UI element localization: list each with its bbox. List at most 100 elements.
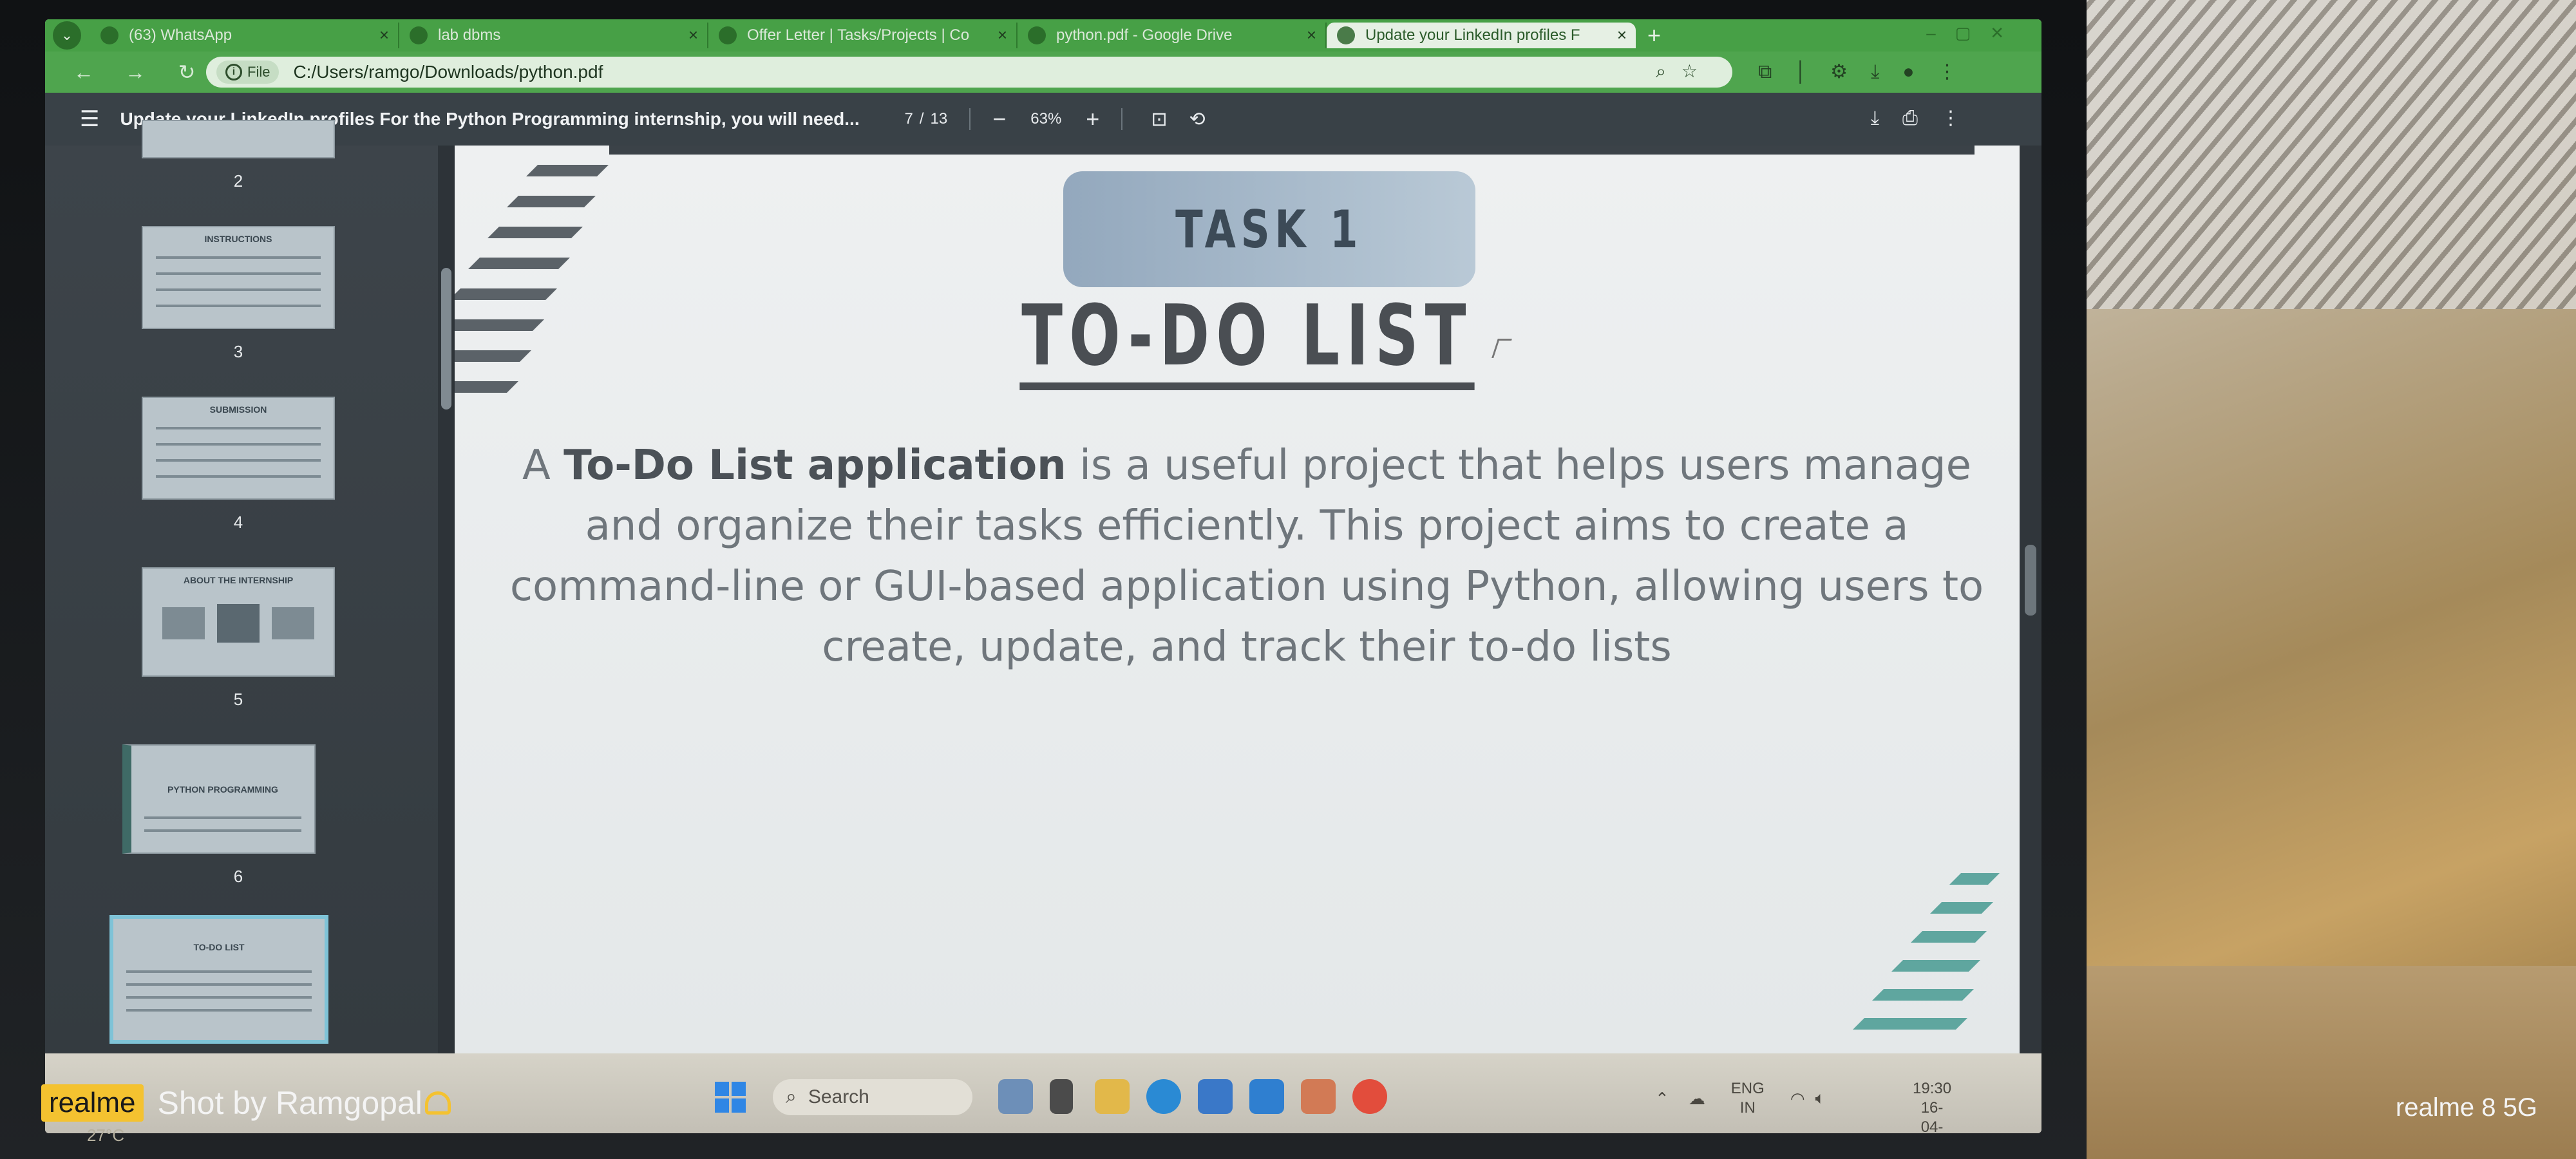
thumbnail-page-5[interactable]: ABOUT THE INTERNSHIP [142,567,335,677]
temperature: 27°C [87,1126,125,1145]
heart-icon [424,1091,451,1115]
thumbnail-page-4[interactable]: SUBMISSION [142,397,335,500]
cloth-background [2074,0,2576,309]
thumbnail-page-number: 2 [233,171,243,191]
store-icon[interactable] [1198,1079,1233,1114]
tab-label: Update your LinkedIn profiles F [1365,26,1580,44]
watermark-brand: realme [41,1084,144,1122]
address-bar[interactable]: i File C:/Users/ramgo/Downloads/python.p… [206,57,1732,88]
download-print-more-icons[interactable]: ⤓⎙⋮ [1871,107,1984,129]
rotate-icon[interactable]: ⟲ [1189,108,1205,131]
close-tab-icon[interactable]: × [688,25,698,45]
info-icon: i [225,64,242,80]
decorative-stripe [1872,989,1974,1001]
vscode-icon[interactable] [1249,1079,1284,1114]
pdf-toolbar: ☰ Update your LinkedIn profiles For the … [45,93,2041,146]
back-arrow-icon[interactable]: ← [58,61,109,84]
thumbnail-heading: PYTHON PROGRAMMING [167,784,278,795]
tab-offer-letter[interactable]: Offer Letter | Tasks/Projects | Co × [708,23,1018,48]
thumbnail-page-number: 3 [233,342,243,361]
chevron-up-icon[interactable]: ⌃ [1655,1089,1669,1109]
thumbnail-page-2[interactable] [142,120,335,158]
tab-label: lab dbms [438,26,501,44]
thumbnail-text-line [126,1009,312,1012]
app-icon[interactable] [1301,1079,1336,1114]
thumbnail-text-line [156,288,321,291]
thumbnail-page-number: 5 [233,690,243,709]
volume-icon[interactable]: 🔈︎ [1815,1088,1826,1109]
thumbnail-page-number: 6 [233,867,243,886]
handshake-icon [217,604,260,643]
windows-start-icon[interactable] [715,1082,746,1113]
browser-tab-bar: ⌄ (63) WhatsApp × lab dbms × Offer Lette… [45,19,2041,52]
window-controls[interactable]: –▢✕ [1926,23,2023,43]
description-paragraph: A To-Do List application is a useful pro… [493,435,2000,677]
page-scrollbar[interactable] [2020,146,2041,1053]
tab-google-drive[interactable]: python.pdf - Google Drive × [1018,23,1327,48]
thumbnail-text-line [156,475,321,478]
decorative-stripe [1853,1018,1967,1030]
zoom-icon[interactable]: ⌕☆ [1656,61,1713,82]
thumbnail-heading: TO-DO LIST [193,942,245,952]
taskbar-search[interactable]: ⌕ Search [773,1079,972,1115]
file-explorer-icon[interactable] [1095,1079,1130,1114]
decorative-stripe [526,165,609,176]
pdf-page-viewer: TASK 1 TO-DO LIST A To-Do List applicati… [455,146,2041,1053]
zoom-level[interactable]: 63% [1030,110,1061,128]
tab-linkedin-pdf[interactable]: Update your LinkedIn profiles F × [1327,23,1636,48]
thumbnail-page-number: 4 [233,513,243,532]
chrome-icon[interactable] [1352,1079,1387,1114]
zoom-in-icon[interactable]: + [1086,106,1099,133]
region-code: IN [1739,1099,1756,1117]
thumbnail-text-line [126,970,312,973]
close-tab-icon[interactable]: × [998,25,1007,45]
tab-whatsapp[interactable]: (63) WhatsApp × [90,23,399,48]
menu-icon[interactable]: ☰ [80,106,99,132]
search-placeholder: Search [808,1086,869,1107]
page-number-input[interactable]: 7 [904,110,913,128]
thumbnail-text-line [156,272,321,275]
language-indicator[interactable]: ENG IN [1731,1079,1765,1118]
whatsapp-icon [100,26,118,44]
thumbnail-page-3[interactable]: INSTRUCTIONS [142,226,335,329]
scrollbar-thumb[interactable] [441,268,451,410]
thumbnail-text-line [126,996,312,999]
new-tab-button[interactable]: + [1647,22,1661,49]
close-tab-icon[interactable]: × [1617,25,1627,45]
wifi-icon[interactable]: ◠ [1790,1089,1805,1109]
scrollbar-thumb[interactable] [2025,545,2036,616]
zoom-out-icon[interactable]: − [992,106,1006,133]
edge-icon[interactable] [1146,1079,1181,1114]
close-tab-icon[interactable]: × [379,25,389,45]
task-view-icon[interactable] [1050,1079,1073,1114]
watermark-text: Shot by Ramgopal [157,1085,422,1121]
thumbnail-page-6[interactable]: PYTHON PROGRAMMING [122,744,316,854]
cloud-off-icon[interactable]: ☁ [1689,1089,1705,1109]
clock[interactable]: 19:30 16-04-2024 [1913,1079,1951,1133]
widgets-icon[interactable] [998,1079,1033,1114]
url-text[interactable]: C:/Users/ramgo/Downloads/python.pdf [293,62,603,82]
site-info-chip[interactable]: i File [216,61,279,84]
para-bold: To-Do List application [564,442,1066,489]
time: 19:30 [1913,1080,1952,1097]
divider [969,108,971,130]
pdf-page: TASK 1 TO-DO LIST A To-Do List applicati… [455,146,2039,1053]
reload-icon[interactable]: ↻ [161,60,213,84]
extensions-icon[interactable]: ⧉│⚙⤓●⋮ [1758,61,1980,83]
tab-search-button[interactable]: ⌄ [53,21,81,50]
search-icon: ⌕ [786,1086,797,1107]
fit-page-icon[interactable]: ⊡ [1151,108,1167,131]
weather-widget: 27°C [0,1120,258,1159]
tab-label: python.pdf - Google Drive [1056,26,1233,44]
divider [1121,108,1123,130]
close-tab-icon[interactable]: × [1307,25,1316,45]
sidebar-scrollbar[interactable] [438,146,455,1053]
tab-lab-dbms[interactable]: lab dbms × [399,23,708,48]
tab-label: Offer Letter | Tasks/Projects | Co [747,26,970,44]
decorative-stripe [488,227,583,238]
forward-arrow-icon[interactable]: → [109,61,161,84]
thumbnail-page-7[interactable]: TO-DO LIST [109,915,328,1044]
page-heading: TO-DO LIST [455,294,2039,390]
task-label: TASK 1 [1175,199,1363,259]
para-lead: A [522,442,551,489]
